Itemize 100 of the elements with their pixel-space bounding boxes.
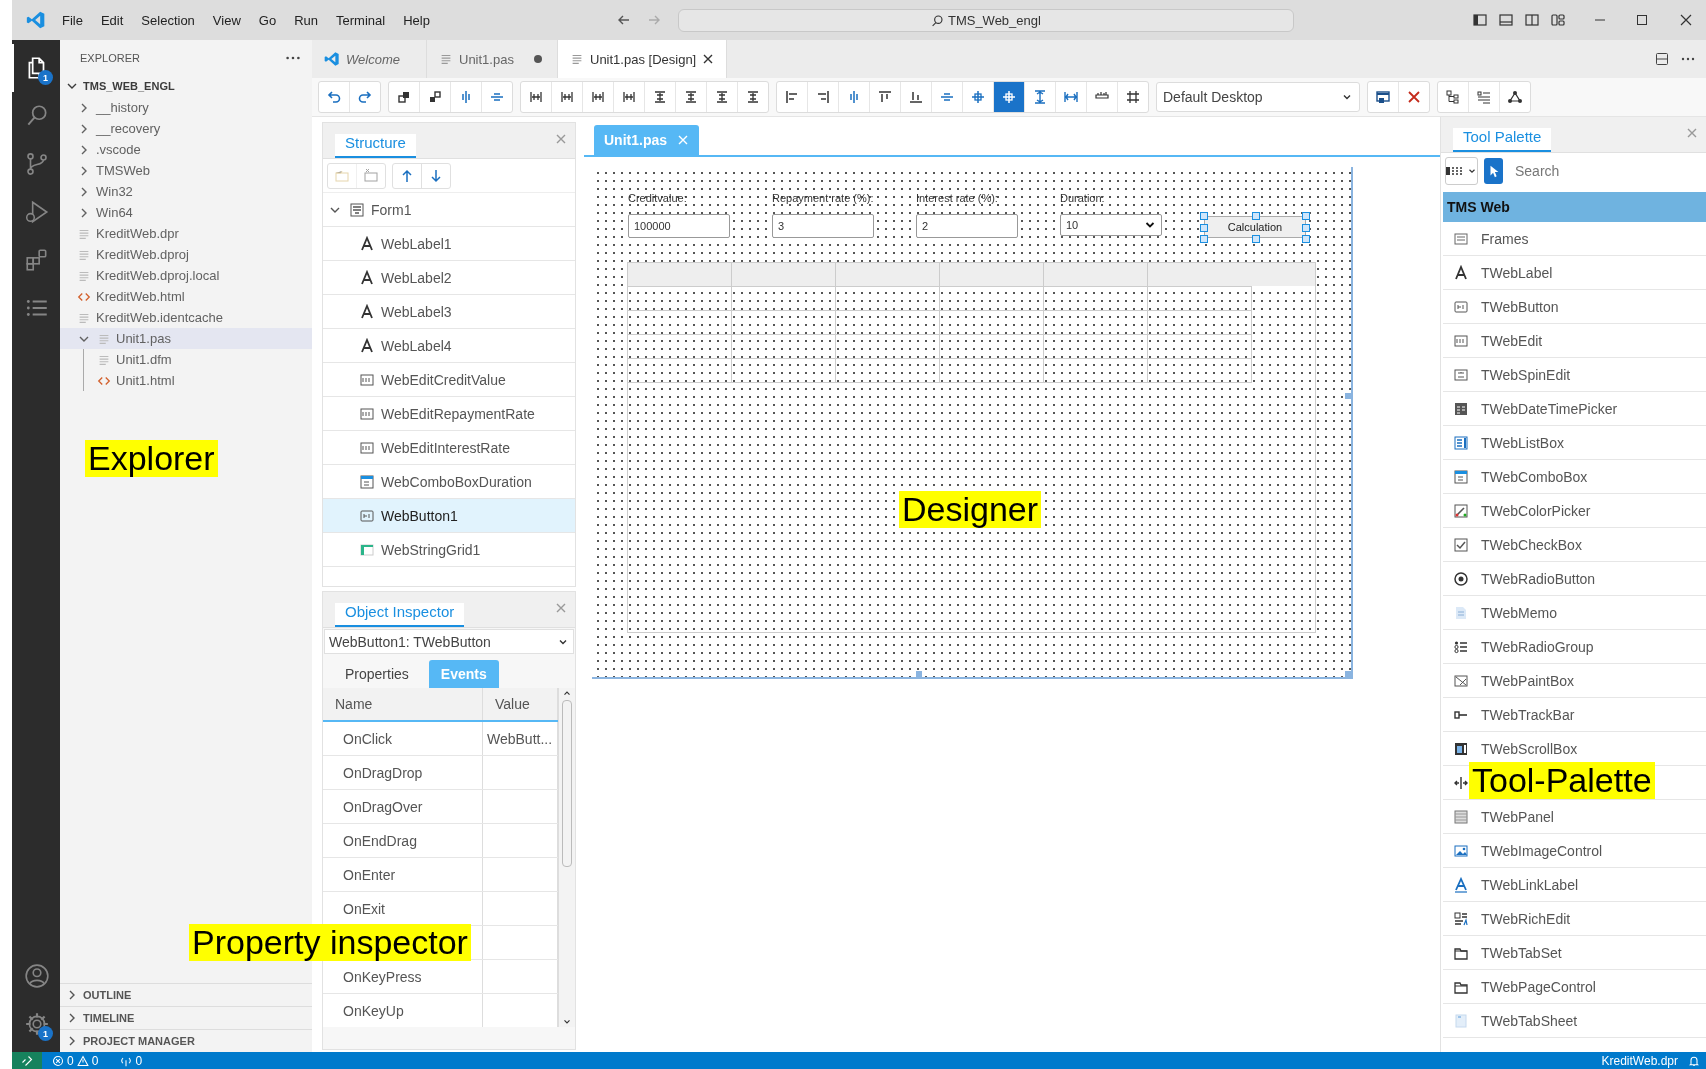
tree-item[interactable]: WebStringGrid1 [323,533,575,567]
activity-bar-button[interactable]: 1 [12,1000,60,1048]
resize-handle[interactable] [916,671,922,677]
panel-tab[interactable]: Structure [335,134,416,158]
palette-item[interactable]: TWebDateTimePicker [1443,392,1706,426]
menu-item[interactable]: Terminal [328,9,394,31]
menu-item[interactable]: View [204,9,249,31]
menu-item[interactable]: Edit [92,9,132,31]
problems-button[interactable]: 0 0 [52,1053,99,1068]
object-selector[interactable]: WebButton1: TWebButton [324,629,574,654]
palette-item[interactable]: TWebImageControl [1443,834,1706,868]
tree-item[interactable]: KreditWeb.dproj.local [60,265,312,286]
menu-item[interactable]: Go [250,9,285,31]
tree-item[interactable]: WebButton1 [323,499,575,533]
palette-item[interactable]: TWebMemo [1443,596,1706,630]
resize-handle[interactable] [1345,671,1351,677]
menu-item[interactable]: Selection [133,9,203,31]
tree-item[interactable]: WebLabel2 [323,261,575,295]
calculation-button[interactable]: Calculation [1204,216,1306,238]
close-icon [1678,12,1694,28]
palette-item[interactable]: TWebRadioButton [1443,562,1706,596]
palette-item[interactable]: TWebComboBox [1443,460,1706,494]
command-search-field[interactable]: TMS_Web_engl [677,8,1294,32]
letter-a-icon [1453,264,1469,281]
palette-item[interactable]: TWebCheckBox [1443,528,1706,562]
palette-item[interactable]: TWebLinkLabel [1443,868,1706,902]
palette-item[interactable]: TWebTabSet [1443,936,1706,970]
scrollbar[interactable] [558,688,575,1027]
tree-item[interactable]: __recovery [60,118,312,139]
dropdown-field[interactable]: 10 [1060,214,1162,236]
maximize-icon [1634,12,1650,28]
tree-item[interactable]: Unit1.pas [60,328,312,349]
tree-item[interactable]: KreditWeb.html [60,286,312,307]
status-text[interactable]: KreditWeb.dpr [1601,1053,1678,1068]
pointer-button[interactable] [1484,157,1503,184]
tree-item[interactable]: Form1 [323,193,575,227]
palette-item[interactable]: TWebListBox [1443,426,1706,460]
tree-item[interactable]: __history [60,97,312,118]
resize-handle[interactable] [1252,235,1260,243]
spacing-icon [559,89,575,105]
account-icon [24,963,50,989]
menu-item[interactable]: Run [286,9,326,31]
layout-dropdown[interactable]: Default Desktop [1156,82,1360,112]
palette-item[interactable]: TWebRichEdit [1443,902,1706,936]
panel-tab[interactable]: Object Inspector [335,603,465,627]
tree-item[interactable]: WebEditInterestRate [323,431,575,465]
folder-remove-icon [363,167,379,184]
category-header[interactable]: TMS Web [1443,192,1706,222]
align-icon [908,89,924,105]
ports-button[interactable]: 0 [120,1053,143,1068]
tree-item[interactable]: KreditWeb.dpr [60,223,312,244]
palette-item[interactable]: TWebColorPicker [1443,494,1706,528]
tree-item[interactable]: WebEditCreditValue [323,363,575,397]
redo-icon [357,89,373,105]
tree-item[interactable]: .vscode [60,139,312,160]
editor-tab[interactable]: Unit1.pas [Design] [558,40,728,78]
memo-icon [1453,604,1469,621]
tree-item[interactable]: TMS_WEB_ENGL [60,75,312,97]
edit-box-icon [359,371,375,388]
palette-item[interactable]: TWebEdit [1443,324,1706,358]
tree-item[interactable]: Win32 [60,181,312,202]
palette-item[interactable]: TWebTrackBar [1443,698,1706,732]
panel-tab[interactable]: Tool Palette [1453,128,1552,152]
tree-item[interactable]: WebLabel4 [323,329,575,363]
remote-button[interactable] [12,1052,42,1069]
menu-item[interactable]: Help [395,9,438,31]
section-header[interactable]: TIMELINE [60,1006,312,1029]
tree-item[interactable]: Unit1.dfm [60,349,312,370]
palette-item[interactable]: Frames [1443,222,1706,256]
overlap-squares-icon [427,89,443,105]
palette-item[interactable]: TWebPageControl [1443,970,1706,1004]
palette-item[interactable]: TWebTabSheet [1443,1004,1706,1038]
tree-item[interactable]: Unit1.html [60,370,312,391]
palette-item[interactable]: TWebPaintBox [1443,664,1706,698]
arrow-down-icon [428,167,444,184]
palette-item[interactable]: TWebPanel [1443,800,1706,834]
section-header[interactable]: OUTLINE [60,983,312,1006]
tree-item[interactable]: TMSWeb [60,160,312,181]
input-field[interactable]: 2 [916,214,1018,238]
inspector-tab[interactable]: Properties [333,660,421,688]
input-field[interactable]: 100000 [628,214,730,238]
crosshair-icon [1001,89,1017,105]
tree-item[interactable]: KreditWeb.dproj [60,244,312,265]
tree-item[interactable]: WebLabel3 [323,295,575,329]
palette-item[interactable]: TWebLabel [1443,256,1706,290]
align-icon [815,89,831,105]
resize-handle[interactable] [1252,212,1260,220]
palette-item[interactable]: TWebButton [1443,290,1706,324]
menu-item[interactable]: File [54,9,91,31]
tree-item[interactable]: Win64 [60,202,312,223]
crosshair-icon [970,89,986,105]
tree-item[interactable]: KreditWeb.identcache [60,307,312,328]
palette-item[interactable]: TWebRadioGroup [1443,630,1706,664]
resize-handle[interactable] [1345,393,1351,399]
tree-item[interactable]: WebEditRepaymentRate [323,397,575,431]
spacing-icon [528,89,544,105]
input-field[interactable]: 3 [772,214,874,238]
view-mode-dropdown[interactable] [1445,156,1478,185]
tree-item[interactable]: WebLabel1 [323,227,575,261]
palette-item[interactable]: TWebSpinEdit [1443,358,1706,392]
